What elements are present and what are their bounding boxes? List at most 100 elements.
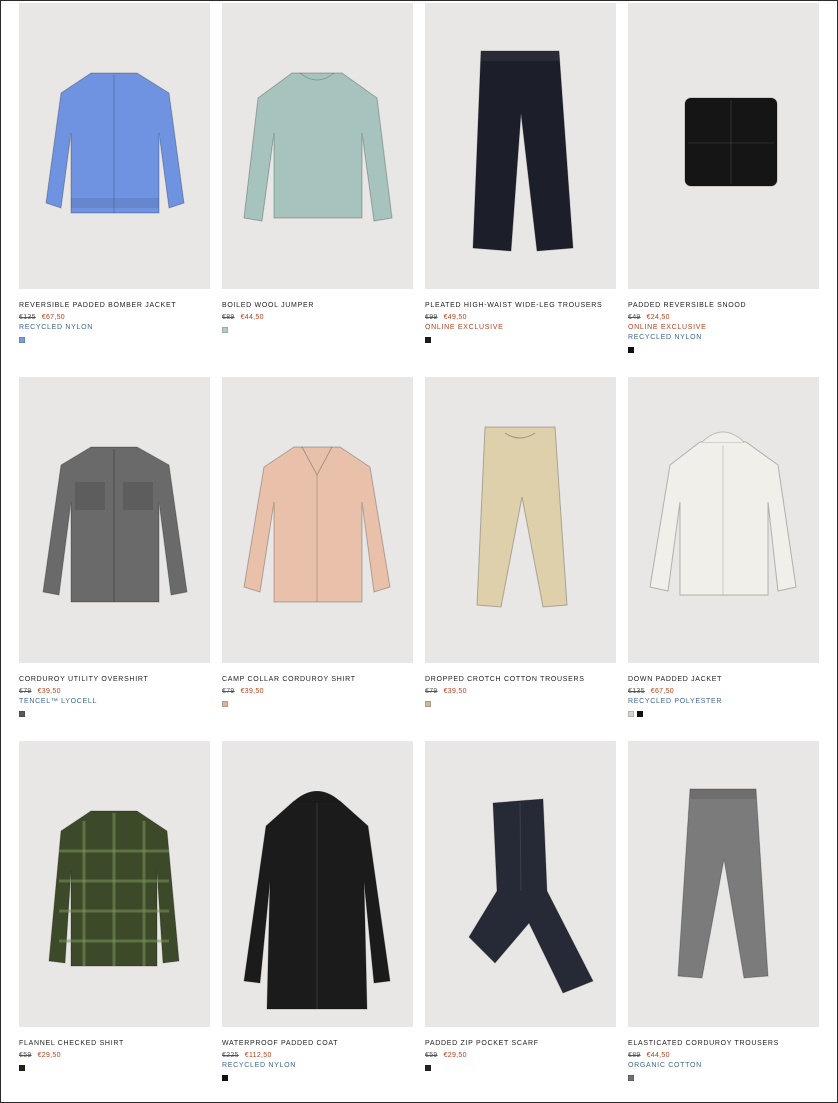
color-swatch[interactable]: [628, 711, 634, 717]
original-price: €79: [19, 688, 32, 695]
color-swatches: [425, 337, 616, 343]
product-name[interactable]: ELASTICATED CORDUROY TROUSERS: [628, 1039, 819, 1049]
wide-leg-trousers-icon: [472, 50, 574, 252]
original-price: €59: [425, 1052, 438, 1059]
sale-price: €39,50: [240, 688, 264, 695]
product-name[interactable]: PADDED REVERSIBLE SNOOD: [628, 301, 819, 311]
product-card-wool-jumper[interactable]: BOILED WOOL JUMPER €89 €44,50: [222, 3, 413, 333]
product-image[interactable]: [19, 377, 210, 663]
sale-price: €44,50: [646, 1052, 670, 1059]
color-swatches: [425, 701, 616, 707]
product-prices: €89 €44,50: [222, 313, 413, 323]
color-swatch[interactable]: [222, 1075, 228, 1081]
product-card-checked-shirt[interactable]: FLANNEL CHECKED SHIRT €59 €29,50: [19, 741, 210, 1071]
original-price: €49: [628, 314, 641, 321]
sale-price: €29,50: [443, 1052, 467, 1059]
product-name[interactable]: CORDUROY UTILITY OVERSHIRT: [19, 675, 210, 685]
color-swatch[interactable]: [628, 347, 634, 353]
product-image[interactable]: [425, 741, 616, 1027]
product-card-wide-leg-trousers[interactable]: PLEATED HIGH-WAIST WIDE-LEG TROUSERS €99 €…: [425, 3, 616, 343]
sale-price: €67,50: [650, 688, 674, 695]
product-name[interactable]: PLEATED HIGH-WAIST WIDE-LEG TROUSERS: [425, 301, 616, 311]
product-card-padded-coat[interactable]: WATERPROOF PADDED COAT €225 €112,50 RECYCLE…: [222, 741, 413, 1081]
product-name[interactable]: CAMP COLLAR CORDUROY SHIRT: [222, 675, 413, 685]
color-swatches: [222, 327, 413, 333]
product-image[interactable]: [19, 741, 210, 1027]
product-name[interactable]: PADDED ZIP POCKET SCARF: [425, 1039, 616, 1049]
color-swatches: [425, 1065, 616, 1071]
original-price: €135: [19, 314, 36, 321]
color-swatch[interactable]: [222, 327, 228, 333]
material-badge: RECYCLED NYLON: [628, 334, 702, 341]
color-swatch[interactable]: [19, 711, 25, 717]
original-price: €59: [19, 1052, 32, 1059]
original-price: €135: [628, 688, 645, 695]
product-image[interactable]: [19, 3, 210, 289]
padded-coat-icon: [243, 790, 391, 1010]
original-price: €89: [222, 314, 235, 321]
color-swatch[interactable]: [425, 337, 431, 343]
product-prices: €89 €44,50: [628, 1051, 819, 1061]
color-swatch[interactable]: [628, 1075, 634, 1081]
padded-scarf-icon: [468, 798, 594, 994]
product-prices: €79 €39,50: [425, 687, 616, 697]
color-swatch[interactable]: [19, 1065, 25, 1071]
product-card-cotton-trousers[interactable]: DROPPED CROTCH COTTON TROUSERS €79 €39,50: [425, 377, 616, 707]
color-swatches: [628, 1075, 819, 1081]
cotton-trousers-icon: [476, 426, 568, 608]
color-swatches: [19, 711, 210, 717]
product-prices: €49 €24,50: [628, 313, 819, 323]
material-badge: RECYCLED NYLON: [222, 1062, 296, 1069]
online-exclusive-badge: ONLINE EXCLUSIVE: [628, 324, 707, 331]
color-swatch[interactable]: [222, 701, 228, 707]
product-image[interactable]: [222, 3, 413, 289]
product-card-padded-jacket[interactable]: DOWN PADDED JACKET €135 €67,50 RECYCLED POL…: [628, 377, 819, 717]
product-prices: €59 €29,50: [19, 1051, 210, 1061]
product-image[interactable]: [628, 3, 819, 289]
wool-jumper-icon: [243, 72, 393, 222]
sale-price: €39,50: [443, 688, 467, 695]
product-image[interactable]: [628, 377, 819, 663]
material-badge: TENCEL™ LYOCELL: [19, 698, 98, 705]
product-card-camp-collar-shirt[interactable]: CAMP COLLAR CORDUROY SHIRT €79 €39,50: [222, 377, 413, 707]
original-price: €99: [425, 314, 438, 321]
material-badge: ORGANIC COTTON: [628, 1062, 702, 1069]
product-image[interactable]: [425, 377, 616, 663]
camp-collar-shirt-icon: [243, 446, 391, 603]
color-swatches: [628, 711, 819, 717]
material-badge: RECYCLED POLYESTER: [628, 698, 723, 705]
product-image[interactable]: [628, 741, 819, 1027]
color-swatch[interactable]: [425, 701, 431, 707]
color-swatches: [19, 337, 210, 343]
product-card-overshirt[interactable]: CORDUROY UTILITY OVERSHIRT €79 €39,50 TENCE…: [19, 377, 210, 717]
product-image[interactable]: [222, 741, 413, 1027]
product-name[interactable]: WATERPROOF PADDED COAT: [222, 1039, 413, 1049]
color-swatch[interactable]: [425, 1065, 431, 1071]
original-price: €225: [222, 1052, 239, 1059]
color-swatch[interactable]: [19, 337, 25, 343]
product-image[interactable]: [425, 3, 616, 289]
color-swatch[interactable]: [637, 711, 643, 717]
color-swatches: [628, 347, 819, 353]
product-name[interactable]: FLANNEL CHECKED SHIRT: [19, 1039, 210, 1049]
product-image[interactable]: [222, 377, 413, 663]
product-prices: €225 €112,50: [222, 1051, 413, 1061]
original-price: €89: [628, 1052, 641, 1059]
product-prices: €79 €39,50: [222, 687, 413, 697]
corduroy-trousers-icon: [677, 788, 769, 979]
snood-icon: [684, 97, 778, 187]
product-card-snood[interactable]: PADDED REVERSIBLE SNOOD €49 €24,50 ONLINE E…: [628, 3, 819, 353]
product-prices: €135 €67,50: [19, 313, 210, 323]
product-card-bomber-jacket[interactable]: REVERSIBLE PADDED BOMBER JACKET €135 €67,5…: [19, 3, 210, 343]
sale-price: €44,50: [240, 314, 264, 321]
sale-price: €67,50: [41, 314, 65, 321]
product-prices: €59 €29,50: [425, 1051, 616, 1061]
color-swatches: [222, 701, 413, 707]
product-name[interactable]: REVERSIBLE PADDED BOMBER JACKET: [19, 301, 210, 311]
product-card-corduroy-trousers[interactable]: ELASTICATED CORDUROY TROUSERS €89 €44,50 OR…: [628, 741, 819, 1081]
sale-price: €112,50: [244, 1052, 272, 1059]
product-name[interactable]: DOWN PADDED JACKET: [628, 675, 819, 685]
product-name[interactable]: BOILED WOOL JUMPER: [222, 301, 413, 311]
product-name[interactable]: DROPPED CROTCH COTTON TROUSERS: [425, 675, 616, 685]
product-card-padded-scarf[interactable]: PADDED ZIP POCKET SCARF €59 €29,50: [425, 741, 616, 1071]
